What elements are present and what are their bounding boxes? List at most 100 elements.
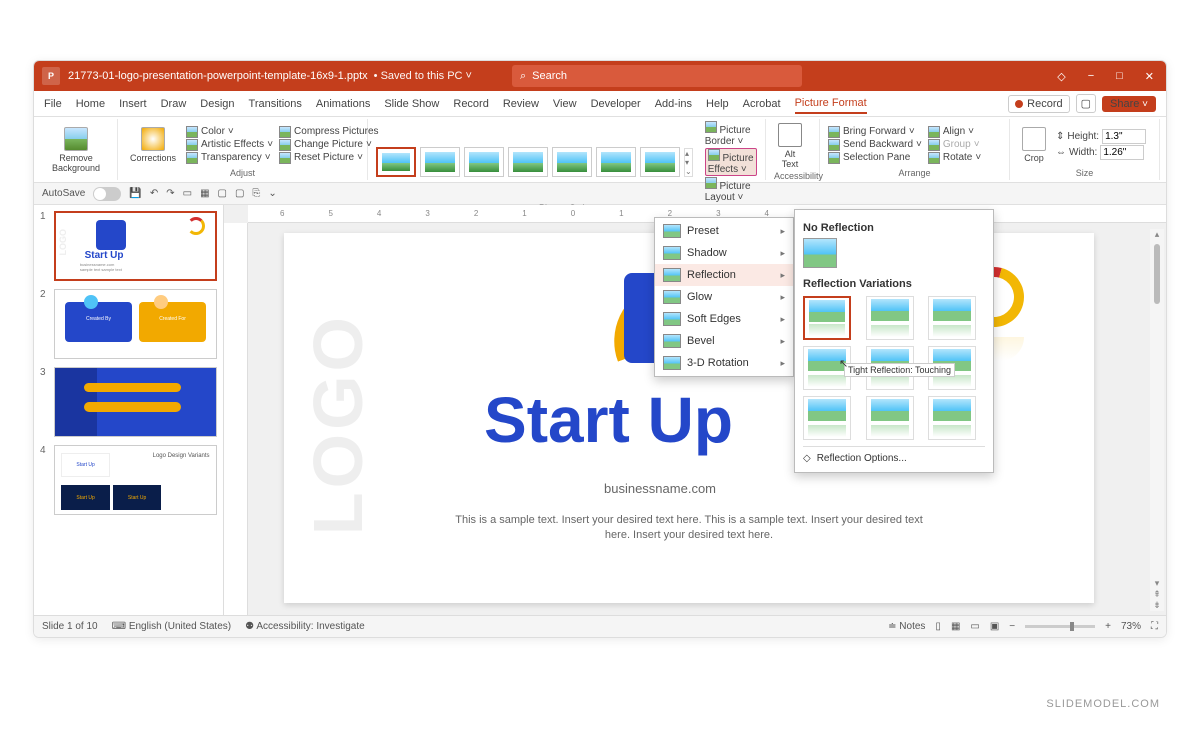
tab-design[interactable]: Design bbox=[200, 98, 234, 110]
group-button[interactable]: Group ˅ bbox=[928, 139, 981, 151]
app-window: P 21773-01-logo-presentation-powerpoint-… bbox=[33, 60, 1167, 638]
effects-reflection[interactable]: Reflection▸ bbox=[655, 264, 793, 286]
notes-button[interactable]: ≐ Notes bbox=[888, 621, 925, 632]
redo-icon[interactable]: ↷ bbox=[166, 188, 174, 199]
send-backward-button[interactable]: Send Backward ˅ bbox=[828, 139, 922, 151]
zoom-out-button[interactable]: − bbox=[1009, 621, 1015, 632]
picture-effects-button[interactable]: Picture Effects ˅ bbox=[705, 148, 757, 176]
width-input[interactable]: ⇔ Width: bbox=[1056, 145, 1146, 160]
vertical-scrollbar[interactable]: ▴ ▾⇞⇟ bbox=[1150, 229, 1164, 611]
qat-icon[interactable]: ⎘ bbox=[252, 188, 260, 199]
share-button[interactable]: Share ˅ bbox=[1102, 96, 1156, 112]
slide-canvas[interactable]: LOGO Start Up businessname.com This is a… bbox=[284, 233, 1094, 603]
sorter-view-icon[interactable]: ▦ bbox=[951, 621, 960, 632]
reflection-variant[interactable] bbox=[928, 296, 976, 340]
qat-icon[interactable]: ▢ bbox=[235, 188, 244, 199]
tab-record[interactable]: Record bbox=[453, 98, 488, 110]
slide-count[interactable]: Slide 1 of 10 bbox=[42, 621, 98, 632]
search-icon: ⌕ bbox=[520, 70, 526, 83]
reflection-variant[interactable] bbox=[866, 296, 914, 340]
picture-styles-gallery[interactable]: ▴▾⌄ bbox=[376, 147, 693, 177]
alt-text-button[interactable]: Alt Text bbox=[774, 121, 806, 171]
artistic-effects-button[interactable]: Artistic Effects ˅ bbox=[186, 139, 273, 151]
effects-soft-edges[interactable]: Soft Edges▸ bbox=[655, 308, 793, 330]
qat-icon[interactable]: ▦ bbox=[200, 188, 209, 199]
reset-picture-button[interactable]: Reset Picture ˅ bbox=[279, 152, 378, 164]
tab-developer[interactable]: Developer bbox=[591, 98, 641, 110]
reading-view-icon[interactable]: ▭ bbox=[970, 621, 979, 632]
color-button[interactable]: Color ˅ bbox=[186, 126, 273, 138]
slide-thumbnail-panel[interactable]: 1 Start Up businessname.comsample text s… bbox=[34, 205, 224, 615]
corrections-button[interactable]: Corrections bbox=[126, 125, 180, 165]
accessibility-status[interactable]: ⚉ Accessibility: Investigate bbox=[245, 621, 365, 632]
reflection-variant[interactable] bbox=[803, 296, 851, 340]
effects-bevel[interactable]: Bevel▸ bbox=[655, 330, 793, 352]
vertical-ruler bbox=[224, 223, 248, 615]
tab-file[interactable]: File bbox=[44, 98, 62, 110]
remove-background-button[interactable]: Remove Background bbox=[48, 125, 104, 175]
rotate-button[interactable]: Rotate ˅ bbox=[928, 152, 981, 164]
reflection-variant[interactable] bbox=[928, 396, 976, 440]
close-button[interactable]: ✕ bbox=[1141, 68, 1158, 85]
record-button[interactable]: Record bbox=[1008, 95, 1069, 113]
qat-icon[interactable]: ▢ bbox=[218, 188, 227, 199]
bring-forward-button[interactable]: Bring Forward ˅ bbox=[828, 126, 922, 138]
location-icon[interactable]: ◇ bbox=[1053, 68, 1069, 85]
zoom-level[interactable]: 73% bbox=[1121, 621, 1141, 632]
language-status[interactable]: ⌨ English (United States) bbox=[112, 621, 232, 632]
tab-home[interactable]: Home bbox=[76, 98, 105, 110]
tab-slideshow[interactable]: Slide Show bbox=[384, 98, 439, 110]
effects-shadow[interactable]: Shadow▸ bbox=[655, 242, 793, 264]
slide-thumbnail[interactable]: 3 bbox=[40, 367, 217, 437]
zoom-slider[interactable] bbox=[1025, 625, 1095, 628]
tab-insert[interactable]: Insert bbox=[119, 98, 147, 110]
reflection-variant[interactable] bbox=[803, 396, 851, 440]
tab-animations[interactable]: Animations bbox=[316, 98, 370, 110]
save-icon[interactable]: 💾 bbox=[129, 188, 141, 199]
tab-transitions[interactable]: Transitions bbox=[249, 98, 302, 110]
tab-view[interactable]: View bbox=[553, 98, 577, 110]
compress-pictures-button[interactable]: Compress Pictures bbox=[279, 126, 378, 138]
autosave-toggle[interactable] bbox=[93, 187, 121, 201]
tab-review[interactable]: Review bbox=[503, 98, 539, 110]
effects-3d-rotation[interactable]: 3-D Rotation▸ bbox=[655, 352, 793, 374]
tab-help[interactable]: Help bbox=[706, 98, 729, 110]
selection-pane-button[interactable]: Selection Pane bbox=[828, 152, 922, 164]
slide-thumbnail[interactable]: 2 Created By Created For bbox=[40, 289, 217, 359]
crop-button[interactable]: Crop bbox=[1018, 125, 1050, 165]
search-input[interactable]: ⌕ Search bbox=[512, 65, 802, 87]
reflection-options[interactable]: ◇Reflection Options... bbox=[803, 446, 985, 464]
maximize-button[interactable]: □ bbox=[1112, 68, 1127, 85]
fit-to-window-icon[interactable]: ⛶ bbox=[1151, 621, 1158, 632]
change-picture-button[interactable]: Change Picture ˅ bbox=[279, 139, 378, 151]
effects-glow[interactable]: Glow▸ bbox=[655, 286, 793, 308]
slide-thumbnail[interactable]: 1 Start Up businessname.comsample text s… bbox=[40, 211, 217, 281]
align-button[interactable]: Align ˅ bbox=[928, 126, 981, 138]
effects-preset[interactable]: Preset▸ bbox=[655, 220, 793, 242]
undo-icon[interactable]: ↶ bbox=[150, 188, 158, 199]
saved-status[interactable]: • Saved to this PC ˅ bbox=[374, 70, 472, 82]
zoom-in-button[interactable]: + bbox=[1105, 621, 1111, 632]
no-reflection-option[interactable] bbox=[803, 238, 837, 268]
canvas-area[interactable]: 654 321 012 345 6 LOGO Start Up business… bbox=[224, 205, 1166, 615]
normal-view-icon[interactable]: ▯ bbox=[935, 621, 941, 632]
slide-subtitle[interactable]: businessname.com bbox=[604, 481, 716, 496]
qat-icon[interactable]: ▭ bbox=[183, 188, 192, 199]
tooltip: Tight Reflection: Touching bbox=[844, 363, 955, 377]
tab-picture-format[interactable]: Picture Format bbox=[795, 97, 867, 114]
height-input[interactable]: ⇕ Height: bbox=[1056, 129, 1146, 144]
qat-more-icon[interactable]: ⌄ bbox=[268, 188, 276, 199]
tab-acrobat[interactable]: Acrobat bbox=[743, 98, 781, 110]
transparency-button[interactable]: Transparency ˅ bbox=[186, 152, 273, 164]
slide-thumbnail[interactable]: 4 Logo Design Variants Start Up Start Up… bbox=[40, 445, 217, 515]
slideshow-view-icon[interactable]: ▣ bbox=[990, 621, 999, 632]
present-icon[interactable]: ▢ bbox=[1076, 94, 1096, 113]
reflection-variant[interactable] bbox=[866, 396, 914, 440]
slide-title[interactable]: Start Up bbox=[484, 383, 733, 457]
tab-draw[interactable]: Draw bbox=[161, 98, 187, 110]
minimize-button[interactable]: − bbox=[1084, 68, 1098, 85]
tab-addins[interactable]: Add-ins bbox=[655, 98, 692, 110]
picture-layout-button[interactable]: Picture Layout ˅ bbox=[705, 177, 757, 203]
picture-border-button[interactable]: Picture Border ˅ bbox=[705, 121, 757, 147]
slide-body-text[interactable]: This is a sample text. Insert your desir… bbox=[454, 513, 924, 544]
